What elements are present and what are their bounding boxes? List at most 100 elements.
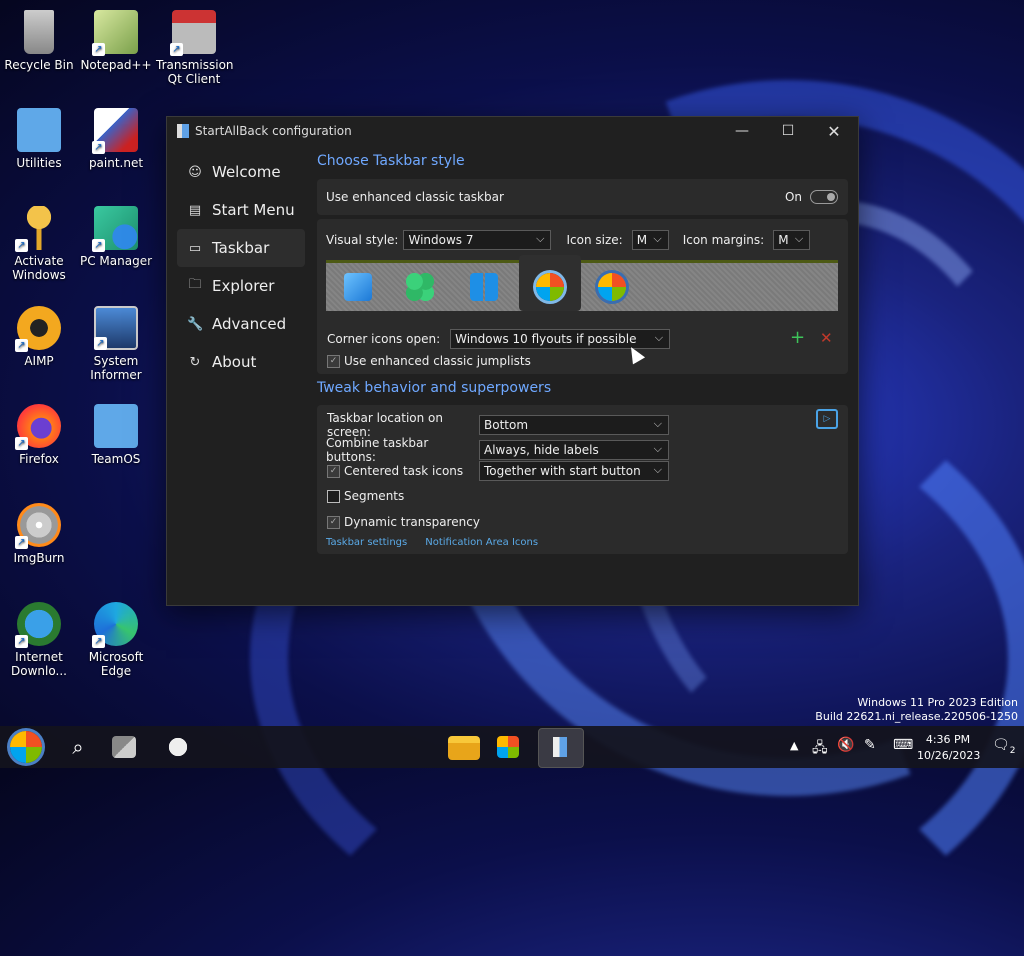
- windows11-logo-icon[interactable]: [344, 273, 372, 301]
- desktop-icon-idm[interactable]: ↗ Internet Downlo...: [1, 602, 77, 678]
- desktop-icon-label: PC Manager: [79, 254, 153, 268]
- visual-style-select[interactable]: Windows 7 ⌵: [403, 230, 552, 250]
- desktop-icon-notepadpp[interactable]: ↗ Notepad++: [78, 10, 154, 72]
- pen-icon[interactable]: ✎: [864, 737, 876, 753]
- startallback-app-icon: [177, 124, 189, 138]
- watermark-line1: Windows 11 Pro 2023 Edition: [857, 696, 1018, 709]
- enhanced-taskbar-toggle[interactable]: [810, 190, 838, 204]
- desktop-icon-recycle-bin[interactable]: Recycle Bin: [1, 10, 77, 72]
- file-explorer-icon[interactable]: [448, 736, 480, 760]
- store-icon[interactable]: [497, 736, 519, 758]
- desktop-icon-teamos[interactable]: TeamOS: [78, 404, 154, 466]
- icon-margins-select[interactable]: M ⌵: [773, 230, 811, 250]
- show-hidden-icons[interactable]: ▲: [790, 739, 798, 752]
- location-select[interactable]: Bottom ⌵: [479, 415, 669, 435]
- clock-time: 4:36 PM: [925, 733, 971, 746]
- taskbar: ⌕ ▲ 🖧 🔇 ✎ ⌨ 4:36 PM 10/26/2023 🗨2: [0, 726, 1024, 768]
- transmission-icon: ↗: [170, 10, 216, 56]
- key-icon: ↗: [15, 206, 61, 252]
- desktop-icon-label: Activate Windows: [12, 254, 66, 282]
- centered-icons-checkbox[interactable]: ✓: [327, 464, 340, 478]
- jumplists-label: Use enhanced classic jumplists: [344, 354, 531, 368]
- about-icon: ↻: [189, 354, 201, 370]
- edition-watermark: Windows 11 Pro 2023 Edition Build 22621.…: [815, 696, 1018, 724]
- chevron-down-icon: ⌵: [653, 442, 662, 455]
- desktop-icon-label: ImgBurn: [13, 551, 65, 565]
- icon-size-label: Icon size:: [566, 233, 623, 247]
- desktop-icon-activate-windows[interactable]: ↗ Activate Windows: [1, 206, 77, 282]
- tweak-panel: Taskbar location on screen: Bottom ⌵ ▷ Co…: [317, 405, 848, 554]
- widgets-icon[interactable]: [162, 731, 194, 763]
- desktop-icon-transmission[interactable]: ↗ Transmission Qt Client: [156, 10, 234, 86]
- task-view-icon[interactable]: [112, 736, 136, 758]
- network-icon[interactable]: 🖧: [812, 737, 828, 761]
- segments-checkbox[interactable]: [327, 489, 340, 503]
- transparency-checkbox[interactable]: ✓: [327, 515, 340, 529]
- minimize-button[interactable]: —: [719, 117, 765, 145]
- nav-item-welcome[interactable]: ☺ Welcome: [177, 153, 305, 191]
- icon-margins-value: M: [778, 233, 789, 247]
- content-area: Choose Taskbar style Use enhanced classi…: [317, 145, 848, 554]
- add-icon[interactable]: +: [790, 327, 805, 348]
- jumplists-checkbox[interactable]: ✓: [327, 354, 340, 368]
- enhanced-taskbar-label: Use enhanced classic taskbar: [326, 190, 504, 204]
- watermark-line2: Build 22621.ni_release.220506-1250: [815, 710, 1018, 723]
- segments-label: Segments: [344, 489, 405, 503]
- desktop-icon-firefox[interactable]: ↗ Firefox: [1, 404, 77, 466]
- title-bar[interactable]: StartAllBack configuration — ☐ ✕: [167, 117, 858, 145]
- play-icon[interactable]: ▷: [816, 409, 838, 429]
- keyboard-icon[interactable]: ⌨: [893, 737, 913, 753]
- maximize-button[interactable]: ☐: [765, 117, 811, 145]
- desktop-icon-label: Recycle Bin: [4, 58, 74, 72]
- idm-icon: ↗: [15, 602, 61, 648]
- nav-item-explorer[interactable]: 🗀 Explorer: [177, 267, 305, 305]
- nav-item-advanced[interactable]: 🔧 Advanced: [177, 305, 305, 343]
- edge-icon: ↗: [92, 602, 138, 648]
- vista-logo-icon[interactable]: [598, 273, 626, 301]
- choose-taskbar-style-heading: Choose Taskbar style: [317, 153, 465, 169]
- chevron-down-icon: ⌵: [653, 417, 662, 430]
- taskbar-style-preview: [326, 255, 838, 311]
- search-icon[interactable]: ⌕: [62, 731, 94, 763]
- startallback-taskbar-button[interactable]: [538, 728, 584, 768]
- desktop-icon-paintnet[interactable]: ↗ paint.net: [78, 108, 154, 170]
- desktop-icon-label: Microsoft Edge: [88, 650, 144, 678]
- aimp-icon: ↗: [15, 306, 61, 352]
- combine-value: Always, hide labels: [484, 443, 599, 457]
- folder-icon: [17, 108, 61, 152]
- taskbar-settings-link[interactable]: Taskbar settings: [326, 537, 407, 548]
- desktop-icon-label: System Informer: [90, 354, 142, 382]
- close-button[interactable]: ✕: [811, 117, 857, 145]
- clock[interactable]: 4:36 PM 10/26/2023: [917, 732, 980, 764]
- combine-select[interactable]: Always, hide labels ⌵: [479, 440, 669, 460]
- imgburn-icon: ↗: [15, 503, 61, 549]
- desktop-icon-utilities[interactable]: Utilities: [1, 108, 77, 170]
- icon-size-select[interactable]: M ⌵: [631, 230, 669, 250]
- nav-item-about[interactable]: ↻ About: [177, 343, 305, 381]
- start-button[interactable]: [10, 731, 42, 763]
- clover-logo-icon[interactable]: [406, 273, 434, 301]
- desktop-icon-pc-manager[interactable]: ↗ PC Manager: [78, 206, 154, 268]
- combine-label: Combine taskbar buttons:: [326, 436, 429, 464]
- pc-manager-icon: ↗: [92, 206, 138, 252]
- startallback-app-icon: [553, 737, 567, 757]
- enhanced-taskbar-row: Use enhanced classic taskbar On: [317, 179, 848, 215]
- desktop-icon-aimp[interactable]: ↗ AIMP: [1, 306, 77, 368]
- desktop-icon-edge[interactable]: ↗ Microsoft Edge: [78, 602, 154, 678]
- centered-icons-select[interactable]: Together with start button ⌵: [479, 461, 669, 481]
- notification-icons-link[interactable]: Notification Area Icons: [425, 537, 538, 548]
- taskbar-icon: ▭: [188, 240, 202, 256]
- wrench-icon: 🔧: [187, 316, 204, 332]
- windows7-logo-icon[interactable]: [536, 273, 564, 301]
- desktop-icon-system-informer[interactable]: ↗ System Informer: [78, 306, 154, 382]
- desktop-icon-label: Internet Downlo...: [11, 650, 67, 678]
- windows10-logo-icon[interactable]: [470, 273, 498, 301]
- notification-icon[interactable]: 🗨2: [992, 737, 1016, 756]
- nav-item-start-menu[interactable]: ▤ Start Menu: [177, 191, 305, 229]
- desktop-icon-imgburn[interactable]: ↗ ImgBurn: [1, 503, 77, 565]
- remove-icon[interactable]: ✕: [820, 329, 833, 347]
- volume-muted-icon[interactable]: 🔇: [837, 737, 854, 753]
- nav-item-taskbar[interactable]: ▭ Taskbar: [177, 229, 305, 267]
- folder-icon: [94, 404, 138, 448]
- nav-label: Welcome: [212, 163, 281, 181]
